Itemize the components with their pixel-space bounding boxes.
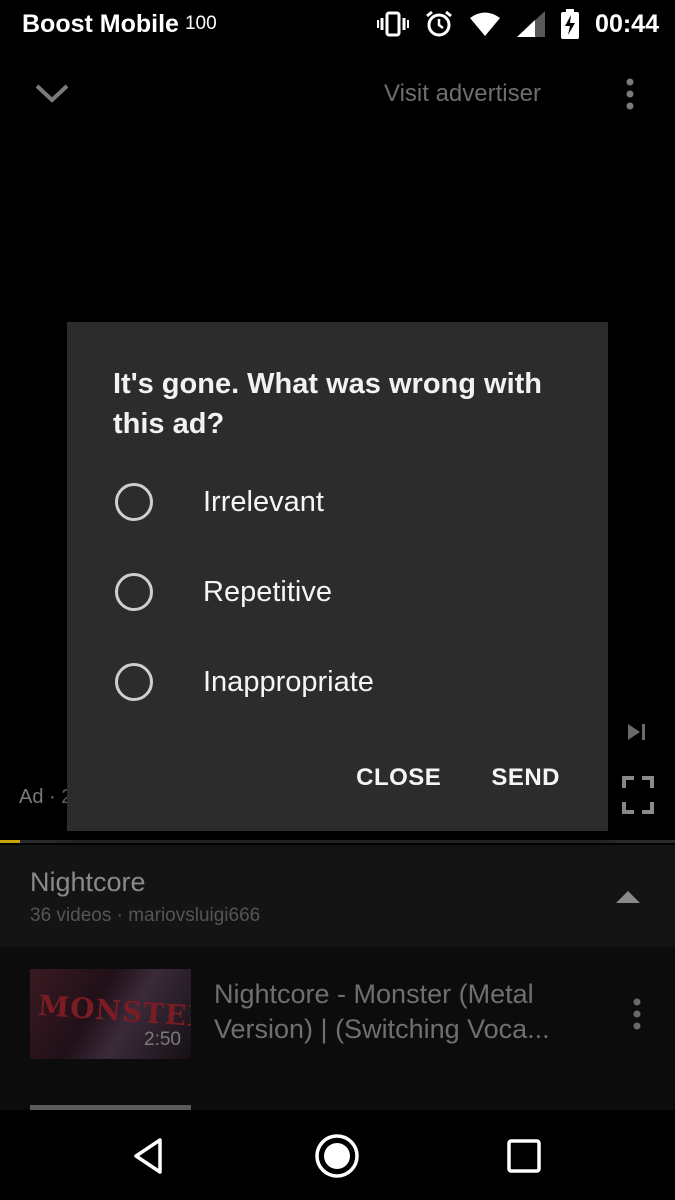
battery-charging-icon bbox=[561, 9, 580, 39]
option-label: Inappropriate bbox=[203, 665, 374, 698]
ad-label: Ad · 2 bbox=[19, 786, 73, 808]
home-icon[interactable] bbox=[314, 1133, 360, 1179]
dialog-actions: CLOSE SEND bbox=[356, 764, 560, 792]
fullscreen-icon[interactable] bbox=[622, 776, 654, 814]
ad-progress-bar[interactable] bbox=[0, 840, 675, 843]
option-inappropriate[interactable]: Inappropriate bbox=[115, 652, 565, 712]
video-duration: 2:50 bbox=[144, 1029, 181, 1050]
ad-progress-fill bbox=[0, 840, 21, 843]
video-title[interactable]: Nightcore - Monster (Metal Version) | (S… bbox=[214, 977, 594, 1047]
radio-button[interactable] bbox=[115, 573, 153, 611]
option-irrelevant[interactable]: Irrelevant bbox=[115, 472, 565, 532]
video-title-line-2: Version) | (Switching Voca... bbox=[214, 1014, 550, 1044]
caret-up-icon[interactable] bbox=[614, 887, 642, 905]
wifi-icon bbox=[470, 12, 501, 36]
recents-icon[interactable] bbox=[506, 1138, 542, 1174]
video-title-line-1: Nightcore - Monster (Metal bbox=[214, 979, 534, 1009]
clock: 00:44 bbox=[595, 9, 659, 38]
list-item[interactable]: MONSTER 2:50 Nightcore - Monster (Metal … bbox=[0, 947, 675, 1082]
more-vertical-icon[interactable] bbox=[620, 76, 640, 112]
more-vertical-icon[interactable] bbox=[628, 997, 646, 1031]
vibrate-icon bbox=[377, 11, 410, 37]
radio-button[interactable] bbox=[115, 663, 153, 701]
carrier-name: Boost Mobile bbox=[22, 9, 179, 38]
list-item[interactable] bbox=[0, 1082, 675, 1110]
option-label: Irrelevant bbox=[203, 485, 324, 518]
playlist-meta: 36 videos · mariovsluigi666 bbox=[30, 905, 261, 926]
radio-button[interactable] bbox=[115, 483, 153, 521]
playlist-header[interactable]: Nightcore 36 videos · mariovsluigi666 bbox=[0, 845, 675, 947]
navigation-bar bbox=[0, 1110, 675, 1200]
ad-feedback-dialog: It's gone. What was wrong with this ad? … bbox=[67, 322, 608, 831]
dialog-title: It's gone. What was wrong with this ad? bbox=[113, 368, 543, 440]
playlist-title: Nightcore bbox=[30, 867, 146, 897]
alarm-icon bbox=[426, 10, 452, 37]
close-button[interactable]: CLOSE bbox=[356, 764, 441, 792]
send-button[interactable]: SEND bbox=[491, 764, 560, 792]
option-label: Repetitive bbox=[203, 575, 332, 608]
visit-advertiser-link[interactable]: Visit advertiser bbox=[384, 80, 541, 108]
chevron-down-icon[interactable] bbox=[34, 80, 70, 106]
skip-next-icon[interactable] bbox=[626, 722, 648, 742]
signal-icon bbox=[517, 11, 546, 37]
video-thumbnail[interactable]: MONSTER 2:50 bbox=[30, 969, 191, 1059]
back-icon[interactable] bbox=[130, 1136, 170, 1176]
status-icons: 00:44 bbox=[377, 9, 659, 39]
thumbnail-text: MONSTER bbox=[37, 988, 191, 1035]
status-bar: Boost Mobile 100 00:44 bbox=[0, 0, 675, 48]
carrier-suffix: 100 bbox=[184, 13, 217, 34]
option-repetitive[interactable]: Repetitive bbox=[115, 562, 565, 622]
